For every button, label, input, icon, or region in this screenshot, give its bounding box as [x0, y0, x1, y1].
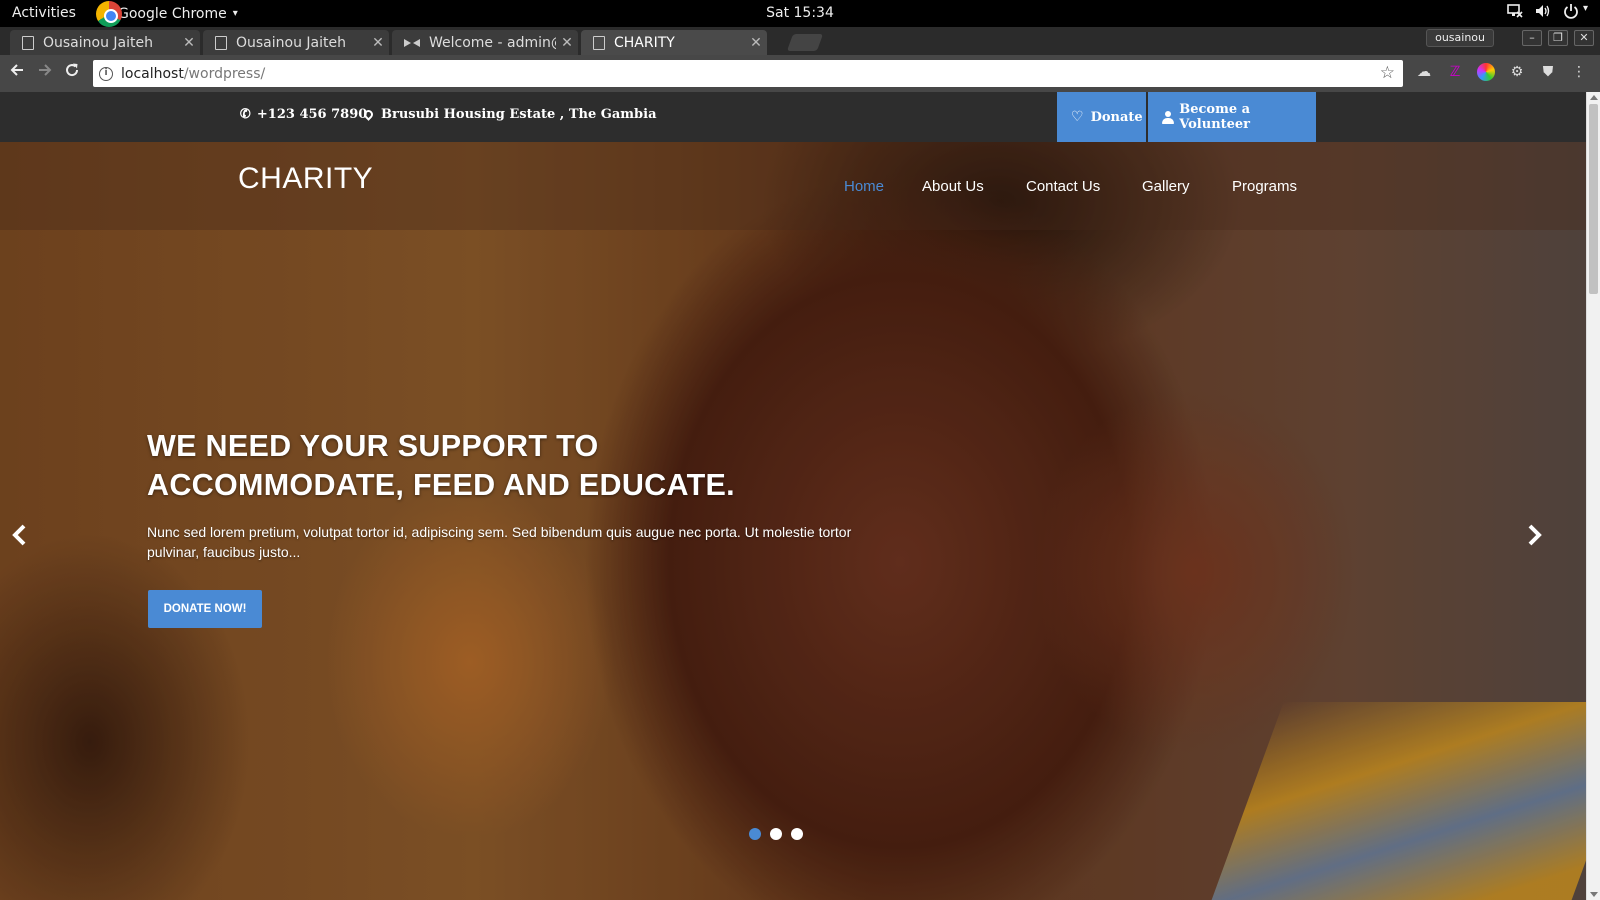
scroll-up-icon[interactable]: [1590, 95, 1598, 100]
address-text: Brusubi Housing Estate , The Gambia: [381, 107, 657, 122]
address-contact: Brusubi Housing Estate , The Gambia: [362, 107, 657, 122]
profile-button[interactable]: ousainou: [1426, 29, 1494, 47]
heart-icon: ♡: [1071, 109, 1084, 125]
phone-contact: ✆ +123 456 7890: [238, 106, 368, 123]
extension-icon[interactable]: ℤ: [1446, 63, 1464, 81]
tab-title: CHARITY: [614, 34, 675, 51]
scroll-down-icon[interactable]: [1590, 892, 1598, 897]
phone-number: +123 456 7890: [256, 107, 368, 122]
page-icon: [22, 35, 34, 50]
extension-icons: ☁ ℤ ⚙ ⛊ ⋮: [1415, 63, 1588, 81]
clock[interactable]: Sat 15:34: [0, 5, 1600, 21]
system-tray[interactable]: ▾: [1507, 3, 1588, 23]
donate-button-label: Donate: [1090, 109, 1143, 125]
slide-title: WE NEED YOUR SUPPORT TO ACCOMMODATE, FEE…: [147, 427, 847, 505]
address-bar[interactable]: i localhost /wordpress/ ☆: [93, 60, 1403, 87]
tab-title: Ousainou Jaiteh: [236, 34, 346, 51]
close-window-button[interactable]: ✕: [1574, 30, 1594, 46]
donate-now-button[interactable]: DONATE NOW!: [148, 590, 262, 628]
forward-arrow-icon: [39, 64, 52, 76]
site-logo[interactable]: CHARITY: [238, 162, 373, 196]
nav-item-contact-us[interactable]: Contact Us: [1026, 178, 1100, 195]
menu-icon[interactable]: ⋮: [1570, 63, 1588, 81]
slide-title-line: WE NEED YOUR SUPPORT TO: [147, 429, 599, 463]
site-topbar: ✆ +123 456 7890 Brusubi Housing Estate ,…: [0, 92, 1586, 142]
tab-title: Welcome - admin@: [429, 34, 556, 51]
donate-button[interactable]: ♡ Donate: [1057, 92, 1146, 142]
nav-item-about-us[interactable]: About Us: [922, 178, 984, 195]
close-icon[interactable]: ✕: [178, 35, 200, 51]
browser-toolbar: i localhost /wordpress/ ☆ ☁ ℤ ⚙ ⛊ ⋮: [0, 55, 1600, 92]
user-icon: [1162, 111, 1175, 124]
close-icon[interactable]: ✕: [556, 35, 578, 51]
restore-button[interactable]: ❐: [1548, 30, 1568, 46]
scroll-thumb[interactable]: [1589, 104, 1598, 294]
color-wheel-icon[interactable]: [1477, 63, 1495, 81]
bookmark-star-icon[interactable]: ☆: [1380, 63, 1395, 83]
power-icon: [1563, 3, 1579, 23]
chrome-logo-icon: [96, 0, 122, 27]
chevron-down-icon: ▾: [232, 8, 238, 19]
cloud-icon[interactable]: ☁: [1415, 63, 1433, 81]
slider-dot[interactable]: [770, 828, 782, 840]
app-menu[interactable]: Google Chrome ▾: [96, 0, 238, 27]
chevron-down-icon: ▾: [1582, 3, 1588, 14]
tab-strip: Ousainou Jaiteh ✕ Ousainou Jaiteh ✕ Welc…: [0, 27, 1600, 55]
back-arrow-icon: [10, 64, 23, 76]
browser-tab[interactable]: Ousainou Jaiteh ✕: [10, 30, 200, 55]
forward-button[interactable]: [33, 61, 57, 85]
slide-title-line: ACCOMMODATE, FEED AND EDUCATE.: [147, 468, 735, 502]
close-icon[interactable]: ✕: [367, 35, 389, 51]
close-icon[interactable]: ✕: [745, 35, 767, 51]
activities-button[interactable]: Activities: [12, 5, 76, 21]
reload-button[interactable]: [60, 61, 84, 85]
reload-icon: [66, 63, 79, 77]
volunteer-button[interactable]: Become a Volunteer: [1148, 92, 1316, 142]
volunteer-button-label: Become a Volunteer: [1179, 102, 1251, 132]
new-tab-button[interactable]: [786, 34, 824, 51]
minimize-button[interactable]: –: [1522, 30, 1542, 46]
browser-tab[interactable]: Ousainou Jaiteh ✕: [203, 30, 389, 55]
url-host: localhost: [121, 65, 184, 82]
page-viewport: ✆ +123 456 7890 Brusubi Housing Estate ,…: [0, 92, 1586, 900]
tab-title: Ousainou Jaiteh: [43, 34, 153, 51]
gnome-top-bar: Activities Google Chrome ▾ Sat 15:34 ▾: [0, 0, 1600, 27]
info-icon[interactable]: i: [99, 66, 113, 81]
page-scrollbar[interactable]: [1586, 92, 1600, 900]
slider-dot[interactable]: [791, 828, 803, 840]
slider-dot[interactable]: [749, 828, 761, 840]
nav-item-home[interactable]: Home: [844, 178, 884, 195]
slider-prev-arrow-icon[interactable]: [8, 520, 32, 556]
slider-dots: [749, 828, 803, 840]
volume-icon: [1535, 3, 1551, 23]
shield-icon[interactable]: ⛊: [1539, 63, 1557, 81]
browser-tab[interactable]: Welcome - admin@ ✕: [392, 30, 578, 55]
bow-icon: [404, 38, 420, 48]
back-button[interactable]: [5, 61, 29, 85]
slider-next-arrow-icon[interactable]: [1522, 520, 1546, 556]
site-header: CHARITY Home About Us Contact Us Gallery…: [0, 142, 1586, 230]
hero-slider: CHARITY Home About Us Contact Us Gallery…: [0, 142, 1586, 900]
page-icon: [593, 35, 605, 50]
browser-tab-active[interactable]: CHARITY ✕: [581, 30, 767, 55]
nav-item-gallery[interactable]: Gallery: [1142, 178, 1190, 195]
window-controls: – ❐ ✕: [1522, 30, 1594, 46]
slide-description: Nunc sed lorem pretium, volutpat tortor …: [147, 524, 852, 560]
map-pin-icon: [362, 108, 375, 121]
page-icon: [215, 35, 227, 50]
gear-icon[interactable]: ⚙: [1508, 63, 1526, 81]
network-icon: [1507, 3, 1523, 23]
app-menu-label: Google Chrome: [118, 5, 227, 22]
nav-item-programs[interactable]: Programs: [1232, 178, 1297, 195]
url-path: /wordpress/: [183, 65, 266, 82]
phone-icon: ✆: [238, 106, 253, 123]
